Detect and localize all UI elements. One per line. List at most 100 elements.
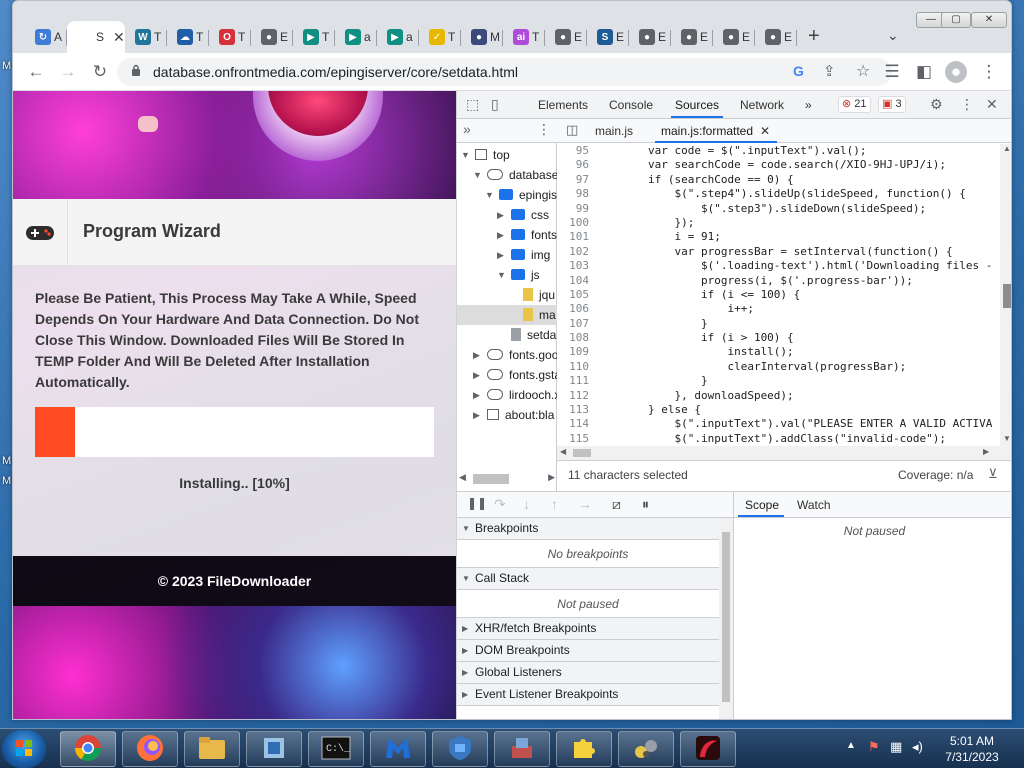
code-hscrollbar[interactable]: ◀ ▶ bbox=[557, 446, 1011, 460]
browser-tab[interactable]: ● E bbox=[251, 21, 293, 53]
profile-avatar-icon[interactable]: ● bbox=[945, 61, 967, 83]
step-into-icon[interactable]: ↓ bbox=[523, 496, 530, 512]
code-text[interactable]: }, downloadSpeed); bbox=[595, 389, 793, 402]
code-text[interactable]: install(); bbox=[595, 345, 793, 358]
line-number[interactable]: 101 bbox=[557, 230, 595, 244]
close-tab-icon[interactable]: ✕ bbox=[113, 29, 125, 46]
coverage-status[interactable]: Coverage: n/a bbox=[898, 468, 973, 482]
browser-tab[interactable]: ● E bbox=[629, 21, 671, 53]
pause-on-exceptions-icon[interactable]: ⏸ bbox=[642, 496, 649, 513]
file-tree-item[interactable]: ▶ lirdooch.x bbox=[457, 385, 557, 405]
more-tabs-icon[interactable]: » bbox=[805, 98, 812, 112]
code-hscroll-thumb[interactable] bbox=[573, 449, 591, 457]
line-number[interactable]: 109 bbox=[557, 345, 595, 359]
code-line[interactable]: 102 var progressBar = setInterval(functi… bbox=[557, 245, 1000, 259]
taskbar-app-button[interactable] bbox=[494, 731, 550, 767]
code-line[interactable]: 101 i = 91; bbox=[557, 230, 1000, 244]
code-line[interactable]: 106 i++; bbox=[557, 302, 1000, 316]
code-text[interactable]: if (searchCode == 0) { bbox=[595, 173, 794, 186]
line-number[interactable]: 105 bbox=[557, 288, 595, 302]
volume-icon[interactable]: ◂) bbox=[912, 739, 923, 755]
debugger-section-header[interactable]: ▼ Breakpoints bbox=[457, 518, 719, 540]
browser-tab[interactable]: ● E bbox=[755, 21, 797, 53]
expand-arrow-icon[interactable]: ▼ bbox=[461, 145, 470, 165]
tab-console[interactable]: Console bbox=[609, 98, 653, 112]
tab-search-chevron-icon[interactable]: ⌄ bbox=[887, 27, 899, 44]
code-text[interactable]: var progressBar = setInterval(function()… bbox=[595, 245, 952, 258]
browser-tab[interactable]: WT bbox=[125, 21, 167, 53]
share-icon[interactable]: ⇪ bbox=[823, 62, 836, 80]
close-tab-icon[interactable]: ✕ bbox=[760, 124, 770, 138]
file-tree-item[interactable]: ▼ top bbox=[457, 145, 557, 165]
url-text[interactable]: database.onfrontmedia.com/epingiserver/c… bbox=[153, 64, 518, 80]
reload-button[interactable]: ↻ bbox=[89, 61, 111, 83]
step-over-icon[interactable]: ↷ bbox=[494, 496, 506, 513]
line-number[interactable]: 111 bbox=[557, 374, 595, 388]
taskbar-app-button[interactable] bbox=[370, 731, 426, 767]
code-line[interactable]: 109 install(); bbox=[557, 345, 1000, 359]
file-tree-item[interactable]: ▶ fonts bbox=[457, 225, 557, 245]
browser-tab[interactable]: ● E bbox=[671, 21, 713, 53]
code-text[interactable]: $('.loading-text').html('Downloading fil… bbox=[595, 259, 992, 272]
navigator-menu-icon[interactable]: ⋮ bbox=[537, 121, 551, 138]
code-area[interactable]: 95 var code = $(".inputText").val(); 96 v… bbox=[557, 144, 1000, 446]
debugger-scroll-thumb[interactable] bbox=[722, 532, 730, 702]
deactivate-breakpoints-icon[interactable]: ⧄ bbox=[612, 496, 621, 513]
tab-sources[interactable]: Sources bbox=[670, 98, 724, 118]
debugger-section-header[interactable]: ▶ Event Listener Breakpoints bbox=[457, 684, 719, 706]
inspect-element-icon[interactable]: ⬚ bbox=[466, 96, 479, 113]
taskbar-app-button[interactable] bbox=[246, 731, 302, 767]
code-line[interactable]: 111 } bbox=[557, 374, 1000, 388]
collapse-arrow-icon[interactable]: ▶ bbox=[473, 365, 480, 385]
tab-network[interactable]: Network bbox=[740, 98, 784, 112]
file-tree-item[interactable]: ▶ img bbox=[457, 245, 557, 265]
taskbar-app-button[interactable] bbox=[680, 731, 736, 767]
device-toolbar-icon[interactable]: ▯ bbox=[491, 96, 499, 113]
scroll-down-icon[interactable]: ▼ bbox=[1003, 434, 1011, 443]
coverage-toggle-icon[interactable]: ⊻ bbox=[988, 466, 998, 482]
collapse-arrow-icon[interactable]: ▶ bbox=[497, 205, 504, 225]
browser-tab[interactable]: ↻ A bbox=[25, 21, 67, 53]
collapse-arrow-icon[interactable]: ▶ bbox=[462, 684, 468, 705]
browser-tab[interactable]: SE bbox=[587, 21, 629, 53]
code-text[interactable]: i++; bbox=[595, 302, 754, 315]
line-number[interactable]: 99 bbox=[557, 202, 595, 216]
line-number[interactable]: 97 bbox=[557, 173, 595, 187]
taskbar-app-button[interactable] bbox=[432, 731, 488, 767]
browser-tab[interactable]: S ✕ bbox=[67, 21, 125, 53]
taskbar-app-button[interactable] bbox=[122, 731, 178, 767]
code-text[interactable]: var code = $(".inputText").val(); bbox=[595, 144, 867, 157]
file-tree-item[interactable]: ▼ js bbox=[457, 265, 557, 285]
taskbar-app-button[interactable] bbox=[618, 731, 674, 767]
editor-tab-main-js[interactable]: main.js bbox=[595, 124, 633, 138]
code-line[interactable]: 110 clearInterval(progressBar); bbox=[557, 360, 1000, 374]
google-icon[interactable]: G bbox=[793, 63, 804, 79]
line-number[interactable]: 112 bbox=[557, 389, 595, 403]
code-line[interactable]: 114 $(".inputText").val("PLEASE ENTER A … bbox=[557, 417, 1000, 431]
taskbar-app-button[interactable] bbox=[60, 731, 116, 767]
code-text[interactable]: $(".inputText").val("PLEASE ENTER A VALI… bbox=[595, 417, 992, 430]
line-number[interactable]: 115 bbox=[557, 432, 595, 446]
debugger-section-header[interactable]: ▶ DOM Breakpoints bbox=[457, 640, 719, 662]
code-vscrollbar[interactable]: ▲ ▼ bbox=[1000, 144, 1011, 446]
file-tree-item[interactable]: ▶ about:bla bbox=[457, 405, 557, 425]
devtools-menu-icon[interactable]: ⋮ bbox=[960, 96, 974, 113]
forward-button[interactable]: → bbox=[57, 61, 79, 83]
code-text[interactable]: $(".step3").slideDown(slideSpeed); bbox=[595, 202, 926, 215]
debugger-scrollbar[interactable] bbox=[719, 518, 733, 719]
reading-list-icon[interactable]: ☰ bbox=[881, 61, 903, 83]
line-number[interactable]: 106 bbox=[557, 302, 595, 316]
settings-gear-icon[interactable]: ⚙ bbox=[930, 96, 943, 113]
line-number[interactable]: 107 bbox=[557, 317, 595, 331]
clock[interactable]: 5:01 AM 7/31/2023 bbox=[940, 733, 1004, 765]
collapse-arrow-icon[interactable]: ▶ bbox=[462, 618, 468, 639]
scroll-right-icon[interactable]: ▶ bbox=[548, 472, 555, 483]
toggle-navigator-icon[interactable]: ◫ bbox=[566, 122, 578, 138]
code-line[interactable]: 98 $(".step4").slideUp(slideSpeed, funct… bbox=[557, 187, 1000, 201]
code-line[interactable]: 103 $('.loading-text').html('Downloading… bbox=[557, 259, 1000, 273]
line-number[interactable]: 104 bbox=[557, 274, 595, 288]
collapse-arrow-icon[interactable]: ▶ bbox=[473, 405, 480, 425]
lock-icon[interactable] bbox=[131, 64, 141, 77]
file-tree-item[interactable]: ▶ fonts.gsta bbox=[457, 365, 557, 385]
code-text[interactable]: if (i <= 100) { bbox=[595, 288, 800, 301]
